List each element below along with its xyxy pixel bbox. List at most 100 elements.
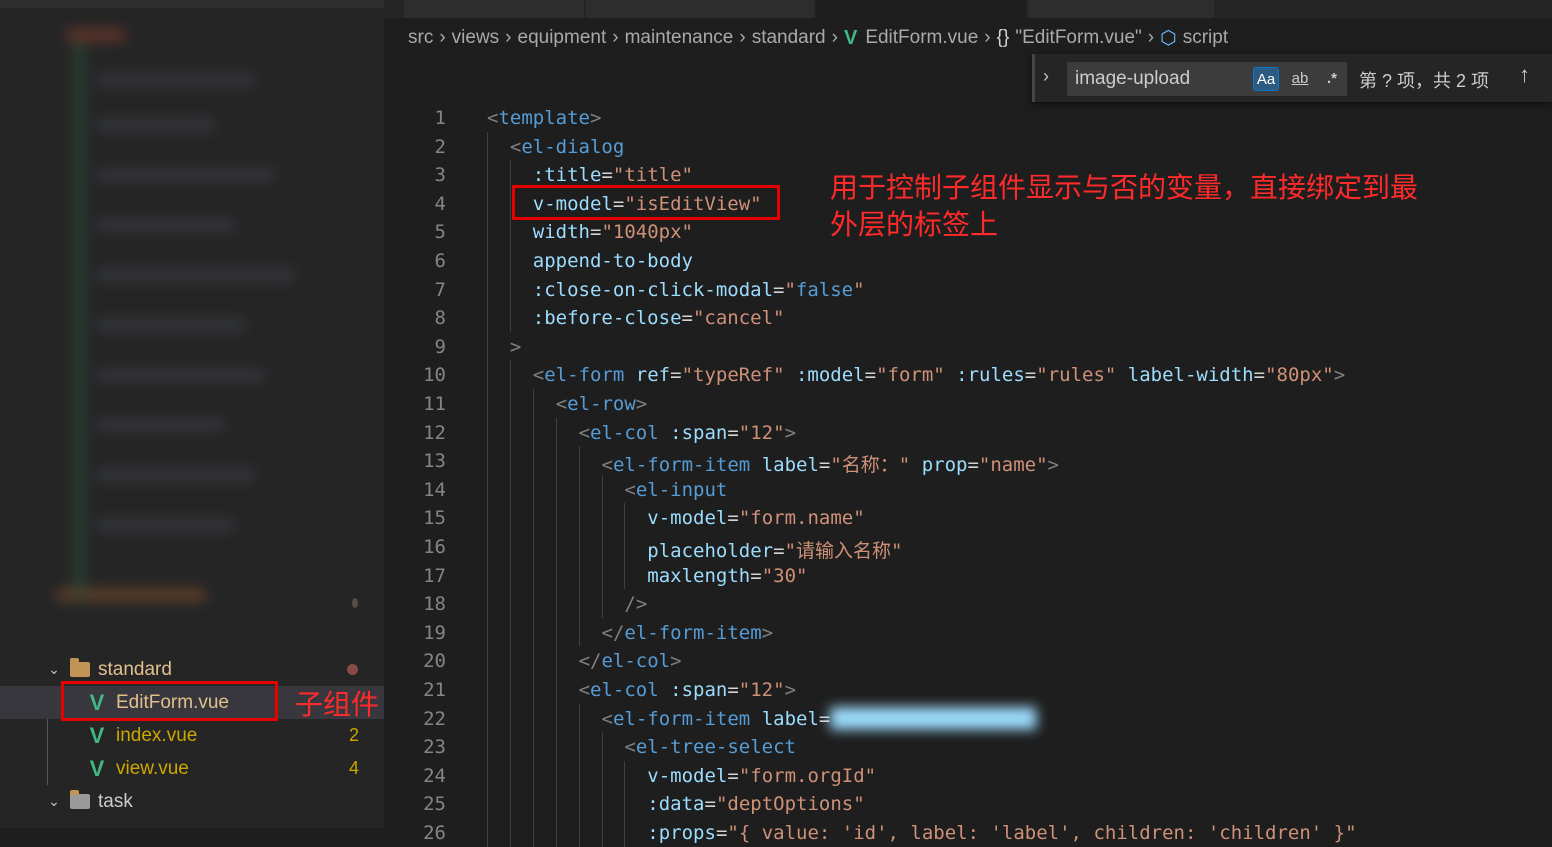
indent-guide <box>532 675 534 704</box>
code-token: = <box>704 793 716 816</box>
line-number: 8 <box>434 307 446 330</box>
indent-guide <box>487 560 488 590</box>
code-text: <el-input <box>624 479 727 501</box>
code-token: = <box>773 278 785 301</box>
code-line: 26:props="{ value: 'id', label: 'label',… <box>384 818 1552 847</box>
code-token: = <box>864 364 877 387</box>
line-number: 19 <box>423 621 446 644</box>
chevron-down-icon: ⌄ <box>48 661 60 677</box>
indent-guide <box>532 446 534 475</box>
code-token: el-col <box>590 421 659 444</box>
line-number: 20 <box>423 650 446 673</box>
code-text: > <box>510 336 521 358</box>
editor-tab[interactable] <box>1028 0 1215 18</box>
code-token: :title <box>532 164 602 187</box>
code-text: width="1040px" <box>533 221 693 243</box>
indent-guide <box>487 474 488 504</box>
folder-task[interactable]: ⌄ task <box>0 785 384 818</box>
code-line: 23 <el-tree-select <box>384 732 1552 761</box>
code-token: /> <box>624 593 648 616</box>
indent-guide <box>509 389 511 418</box>
code-token: < <box>509 135 522 158</box>
breadcrumb-segment[interactable]: src <box>408 27 433 49</box>
breadcrumb-section[interactable]: script <box>1183 27 1228 49</box>
editor-tab[interactable] <box>404 0 585 18</box>
indent-guide <box>601 760 603 790</box>
code-token: = <box>967 454 979 477</box>
indent-guide <box>578 818 580 847</box>
indent-guide <box>487 617 488 647</box>
code-token: el-form-item <box>612 707 751 730</box>
code-token: placeholder <box>647 540 774 562</box>
folder-label: task <box>98 790 133 812</box>
line-number: 10 <box>423 364 446 387</box>
breadcrumb-segment[interactable]: maintenance <box>625 27 734 49</box>
regex-toggle[interactable]: .* <box>1319 67 1345 91</box>
toggle-replace-chevron-icon[interactable]: › <box>1043 66 1049 87</box>
indent-guide <box>532 417 534 447</box>
editor-tab[interactable] <box>586 0 815 18</box>
code-token: > <box>784 679 797 701</box>
breadcrumb-segment[interactable]: standard <box>752 27 826 49</box>
code-text: :data="deptOptions" <box>647 793 864 815</box>
indent-guide <box>509 503 511 532</box>
indent-guide <box>509 274 511 304</box>
code-text: <el-tree-select <box>624 736 796 758</box>
breadcrumb-component[interactable]: "EditForm.vue" <box>1015 27 1141 49</box>
indent-guide <box>578 732 580 761</box>
line-number: 24 <box>423 764 446 787</box>
file-view-vue[interactable]: V view.vue 4 <box>0 752 384 785</box>
chevron-right-icon: › <box>831 27 838 48</box>
code-token: :rules <box>956 364 1025 387</box>
code-text: append-to-body <box>533 250 693 272</box>
indent-guide <box>601 818 603 847</box>
line-number: 23 <box>423 736 446 759</box>
find-input[interactable] <box>1075 67 1245 91</box>
indent-guide <box>578 589 580 618</box>
code-token: = <box>727 764 739 787</box>
code-line: 19 </el-form-item> <box>384 617 1552 647</box>
match-case-toggle[interactable]: Aa <box>1253 67 1279 91</box>
code-line: 17 maxlength="30" <box>384 560 1552 590</box>
indent-guide <box>487 274 488 304</box>
indent-guide <box>487 360 488 389</box>
chevron-right-icon: › <box>1147 27 1155 48</box>
indent-guide <box>532 474 534 504</box>
code-text: :close-on-click-modal="false" <box>533 279 865 301</box>
indent-guide <box>624 503 626 532</box>
indent-guide <box>509 446 511 475</box>
breadcrumb-segment[interactable]: equipment <box>518 27 607 49</box>
code-token: el-dialog <box>521 135 625 158</box>
code-token: el-input <box>635 478 728 501</box>
file-index-vue[interactable]: V index.vue 2 <box>0 719 384 752</box>
vue-file-icon: V <box>843 26 858 49</box>
indent-guide <box>532 703 534 733</box>
sidebar-title-bar <box>0 0 384 8</box>
editor-tab-active[interactable] <box>816 0 1027 18</box>
indent-guide <box>487 446 488 475</box>
indent-guide <box>509 617 511 647</box>
code-token: :props <box>647 822 716 844</box>
indent-guide <box>624 760 626 790</box>
code-token: v-model <box>647 507 728 530</box>
line-number: 3 <box>434 164 446 187</box>
code-token: "80px" <box>1265 364 1334 387</box>
code-token: "name" <box>978 454 1048 477</box>
indent-guide <box>555 760 557 790</box>
indent-guide <box>555 617 557 647</box>
breadcrumb-segment[interactable]: views <box>452 27 500 49</box>
code-token: " <box>853 278 865 301</box>
arrow-up-icon[interactable]: ↑ <box>1519 62 1530 88</box>
indent-guide <box>624 532 626 561</box>
breadcrumb-file[interactable]: EditForm.vue <box>865 27 978 49</box>
indent-guide <box>555 446 557 475</box>
indent-guide <box>624 818 626 847</box>
code-token: " <box>784 278 796 301</box>
whole-word-toggle[interactable]: ab <box>1287 67 1313 91</box>
code-token: :data <box>647 793 705 816</box>
indent-guide <box>509 818 511 847</box>
indent-guide <box>509 246 511 275</box>
code-token: "form.orgId" <box>738 764 877 787</box>
